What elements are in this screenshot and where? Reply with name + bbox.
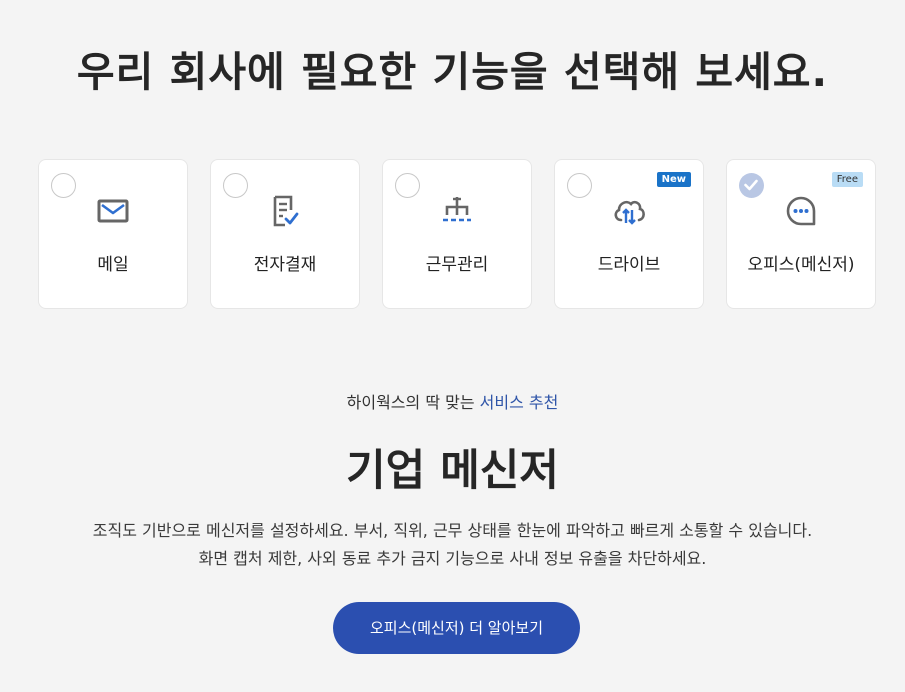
recommend-subtitle-prefix: 하이웍스의 딱 맞는 (346, 393, 475, 412)
feature-card-attendance[interactable]: 근무관리 (382, 159, 532, 309)
recommend-desc-line-2: 화면 캡처 제한, 사외 동료 추가 금지 기능으로 사내 정보 유출을 차단하… (198, 549, 707, 568)
feature-card-list: 메일 전자결재 근무관리 New 드라이브 Free 오피스(메신저) (38, 159, 876, 309)
feature-radio-drive[interactable] (567, 173, 592, 198)
recommend-subtitle: 하이웍스의 딱 맞는 서비스 추천 (0, 389, 905, 413)
check-icon (744, 179, 758, 191)
feature-radio-attendance[interactable] (395, 173, 420, 198)
chat-bubble-icon (782, 192, 820, 230)
feature-radio-mail[interactable] (51, 173, 76, 198)
feature-radio-approval[interactable] (223, 173, 248, 198)
new-badge: New (656, 172, 691, 187)
recommend-description: 조직도 기반으로 메신저를 설정하세요. 부서, 직위, 근무 상태를 한눈에 … (0, 517, 905, 573)
feature-label-office-messenger: 오피스(메신저) (747, 255, 855, 275)
recommend-desc-line-1: 조직도 기반으로 메신저를 설정하세요. 부서, 직위, 근무 상태를 한눈에 … (92, 521, 813, 540)
free-badge: Free (831, 172, 863, 187)
cloud-sync-icon (610, 192, 648, 230)
mail-icon (94, 192, 132, 230)
feature-radio-office-messenger[interactable] (739, 173, 764, 198)
feature-label-drive: 드라이브 (597, 255, 661, 275)
feature-label-mail: 메일 (97, 255, 129, 275)
recommend-subtitle-accent: 서비스 추천 (479, 393, 559, 412)
feature-label-attendance: 근무관리 (425, 255, 489, 275)
feature-label-approval: 전자결재 (253, 255, 317, 275)
org-chart-icon (438, 192, 476, 230)
approval-document-icon (266, 192, 304, 230)
recommend-title: 기업 메신저 (346, 446, 559, 496)
feature-card-office-messenger[interactable]: Free 오피스(메신저) (726, 159, 876, 309)
page-headline: 우리 회사에 필요한 기능을 선택해 보세요. (76, 48, 829, 96)
learn-more-button[interactable]: 오피스(메신저) 더 알아보기 (333, 602, 580, 654)
feature-card-drive[interactable]: New 드라이브 (554, 159, 704, 309)
feature-card-approval[interactable]: 전자결재 (210, 159, 360, 309)
feature-card-mail[interactable]: 메일 (38, 159, 188, 309)
page: 우리 회사에 필요한 기능을 선택해 보세요. 메일 전자결재 근무관리 New… (0, 0, 905, 692)
